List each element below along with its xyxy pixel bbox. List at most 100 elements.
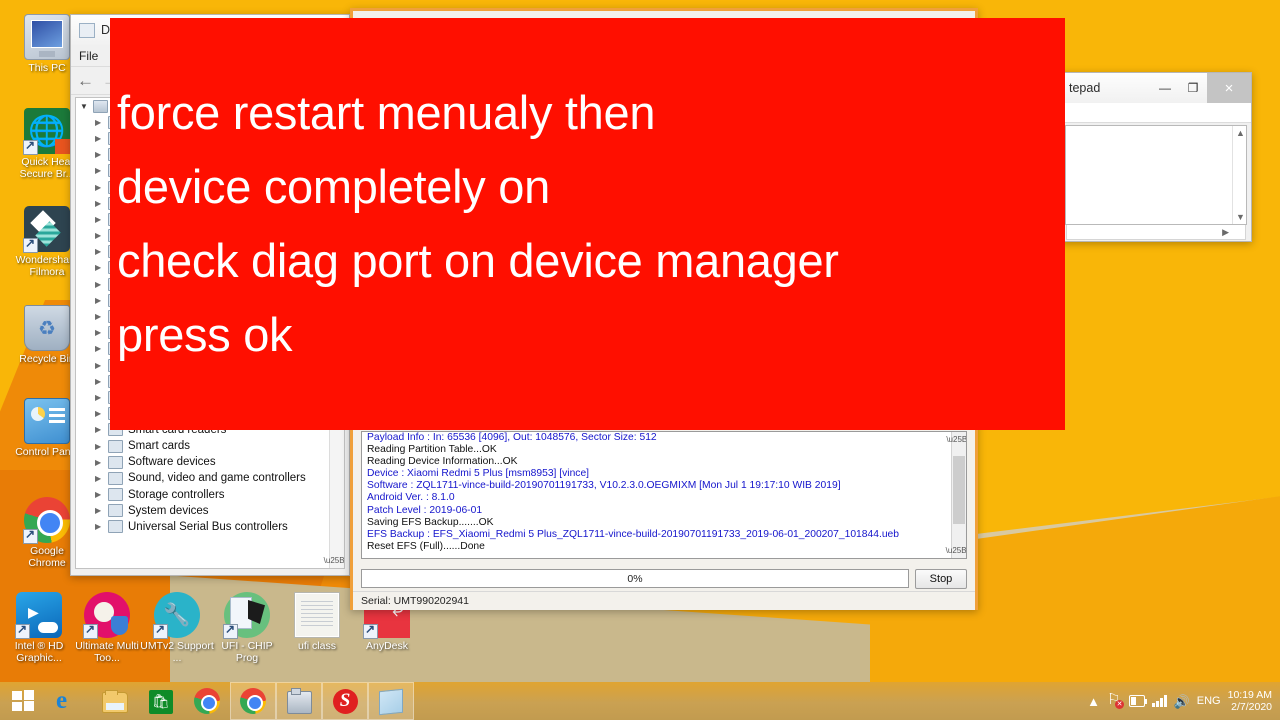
expand-arrow-icon[interactable]: ▶ [95, 296, 108, 305]
device-tree-item-universal-serial-bus-controllers[interactable]: ▶ Universal Serial Bus controllers [76, 519, 344, 535]
shortcut-arrow-icon [23, 236, 38, 253]
expand-arrow-icon[interactable]: ▶ [95, 361, 108, 370]
quick-heal-icon [23, 108, 70, 155]
device-tree-item-system-devices[interactable]: ▶ System devices [76, 503, 344, 519]
taskbar-item-ultimate-multi-tool[interactable] [322, 682, 368, 720]
umt-log-pane[interactable]: Payload Info : In: 65536 [4096], Out: 10… [361, 431, 967, 559]
desktop-icon-umtv2-support[interactable]: UMTv2 Support ... [140, 592, 214, 664]
taskbar[interactable]: e ▲ ✕ 🔊 ENG 10:19 AM 2/7/2020 [0, 682, 1280, 720]
language-indicator[interactable]: ENG [1197, 695, 1221, 707]
notepad-scroll-down-icon[interactable]: ▼ [1236, 212, 1245, 222]
device-category-icon [108, 520, 123, 534]
close-button[interactable]: × [1207, 73, 1251, 103]
log-line: Software : ZQL1711-vince-build-201907011… [367, 480, 841, 492]
clock-time: 10:19 AM [1227, 688, 1272, 701]
device-tree-item-label: Universal Serial Bus controllers [128, 520, 288, 533]
device-tree-item-label: Sound, video and game controllers [128, 472, 306, 485]
device-category-icon [108, 455, 123, 469]
expand-arrow-icon[interactable]: ▶ [95, 280, 108, 289]
taskbar-items: e [46, 682, 414, 720]
device-tree-item-label: Smart cards [128, 440, 190, 453]
desktop-icon-text-file[interactable]: ufi class [280, 592, 354, 653]
taskbar-item-internet-explorer[interactable]: e [46, 682, 92, 720]
maximize-button[interactable]: ❐ [1179, 73, 1207, 103]
notepad-window-buttons[interactable]: — ❐ × [1151, 73, 1251, 103]
taskbar-item-chrome-window[interactable] [230, 682, 276, 720]
notepad-menubar[interactable] [1061, 103, 1251, 123]
expand-arrow-icon[interactable]: ▶ [95, 377, 108, 386]
network-signal-icon[interactable] [1152, 695, 1167, 707]
expand-arrow-icon[interactable]: ▶ [95, 458, 108, 467]
notepad-vertical-scrollbar[interactable]: ▲ ▼ [1232, 126, 1246, 224]
expand-arrow-icon[interactable]: ▶ [95, 183, 108, 192]
show-hidden-icons-icon[interactable]: ▲ [1087, 695, 1100, 708]
expand-arrow-icon[interactable]: ▶ [95, 166, 108, 175]
device-category-icon [108, 504, 123, 518]
log-scrollbar-thumb[interactable] [953, 456, 965, 524]
expand-arrow-icon[interactable]: ▶ [95, 215, 108, 224]
expand-arrow-icon[interactable]: ▶ [95, 474, 108, 483]
scroll-down-icon[interactable]: \u25BC [324, 553, 344, 568]
notepad-horizontal-scrollbar[interactable]: ▶ [1066, 225, 1246, 240]
expand-arrow-icon[interactable]: ▶ [95, 522, 108, 531]
expand-arrow-icon[interactable]: ▶ [95, 247, 108, 256]
log-line: Reading Partition Table...OK [367, 444, 497, 456]
umt-log-scrollbar[interactable]: \u25B2 \u25BC [946, 432, 966, 558]
notepad-scroll-right-icon[interactable]: ▶ [1222, 227, 1229, 238]
log-scroll-down-icon[interactable]: \u25BC [946, 543, 966, 558]
expand-arrow-icon[interactable]: ▶ [95, 506, 108, 515]
taskbar-item-file-explorer[interactable] [92, 682, 138, 720]
expand-arrow-icon[interactable]: ▶ [95, 231, 108, 240]
device-tree-item-smart-cards[interactable]: ▶ Smart cards [76, 438, 344, 454]
shield-icon [111, 616, 128, 635]
ultimate-multi-tool-icon [83, 592, 130, 639]
notepad-scroll-up-icon[interactable]: ▲ [1236, 128, 1245, 138]
desktop-icon-ultimate-multi-tool[interactable]: Ultimate Multi Too... [70, 592, 144, 664]
taskbar-item-device-manager[interactable] [276, 682, 322, 720]
volume-icon[interactable]: 🔊 [1174, 695, 1190, 708]
minimize-button[interactable]: — [1151, 73, 1179, 103]
desktop-icon-intel-graphics[interactable]: Intel ® HD Graphic... [2, 592, 76, 664]
device-tree-item-storage-controllers[interactable]: ▶ Storage controllers [76, 487, 344, 503]
menu-file[interactable]: File [79, 49, 98, 63]
expand-arrow-icon[interactable]: ▶ [95, 134, 108, 143]
expand-arrow-icon[interactable]: ▶ [95, 490, 108, 499]
expand-arrow-icon[interactable]: ▶ [95, 442, 108, 451]
expand-arrow-icon[interactable]: ▶ [95, 344, 108, 353]
expand-arrow-icon[interactable]: ▶ [95, 328, 108, 337]
desktop-icon-ufi-chip-prog[interactable]: UFI - CHIP Prog [210, 592, 284, 664]
expand-arrow-icon[interactable]: ▶ [95, 393, 108, 402]
desktop-icon-label: UFI - CHIP Prog [221, 640, 273, 664]
expand-arrow-icon[interactable]: ▶ [95, 150, 108, 159]
taskbar-item-notepad[interactable] [368, 682, 414, 720]
back-arrow-icon[interactable]: ← [77, 72, 94, 89]
log-line: Android Ver. : 8.1.0 [367, 492, 455, 504]
quick-heal-badge [55, 139, 70, 154]
log-scroll-up-icon[interactable]: \u25B2 [946, 432, 966, 447]
battery-icon[interactable] [1129, 695, 1148, 707]
log-line: EFS Backup : EFS_Xiaomi_Redmi 5 Plus_ZQL… [367, 528, 899, 540]
expand-arrow-icon[interactable]: ▶ [95, 118, 108, 127]
action-center-alert-badge: ✕ [1115, 700, 1125, 709]
log-line: Saving EFS Backup.......OK [367, 516, 494, 528]
clock[interactable]: 10:19 AM 2/7/2020 [1228, 689, 1272, 714]
expand-arrow-icon[interactable]: ▶ [95, 199, 108, 208]
expand-arrow-icon[interactable]: ▶ [95, 409, 108, 418]
device-tree-item-sound-video-and-game-controllers[interactable]: ▶ Sound, video and game controllers [76, 470, 344, 486]
expand-arrow-icon[interactable]: ▶ [95, 425, 108, 434]
collapse-arrow-icon[interactable]: ▼ [80, 102, 93, 111]
taskbar-item-store[interactable] [138, 682, 184, 720]
overlay-line: device completely on [117, 160, 550, 213]
start-button[interactable] [0, 682, 46, 720]
stop-button[interactable]: Stop [915, 568, 967, 589]
notepad-text-area[interactable]: ▲ ▼ ▶ [1065, 125, 1247, 240]
chrome-icon [194, 688, 220, 714]
notepad-window[interactable]: tepad — ❐ × ▲ ▼ ▶ [1060, 72, 1252, 242]
taskbar-item-chrome[interactable] [184, 682, 230, 720]
notepad-titlebar[interactable]: tepad — ❐ × [1061, 73, 1251, 103]
system-tray[interactable]: ▲ ✕ 🔊 ENG 10:19 AM 2/7/2020 [1087, 689, 1280, 714]
expand-arrow-icon[interactable]: ▶ [95, 312, 108, 321]
action-center-icon[interactable]: ✕ [1107, 690, 1125, 709]
device-tree-item-software-devices[interactable]: ▶ Software devices [76, 454, 344, 470]
expand-arrow-icon[interactable]: ▶ [95, 263, 108, 272]
